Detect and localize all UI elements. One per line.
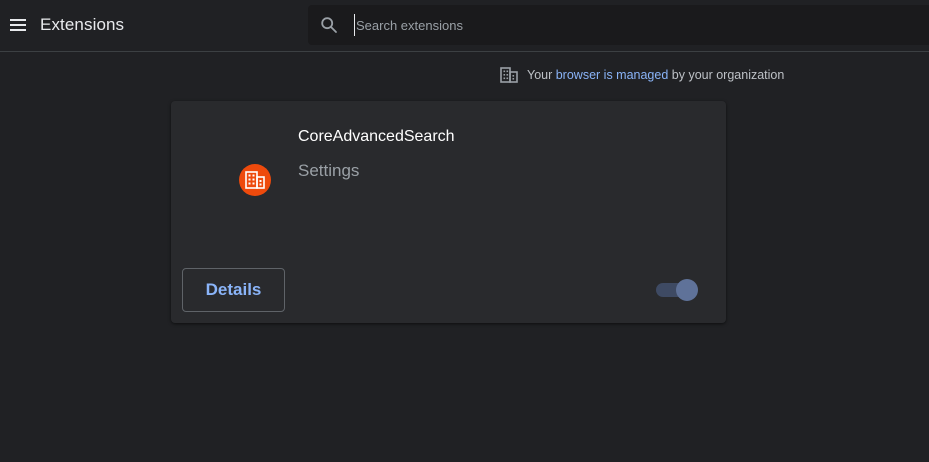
hamburger-menu-icon[interactable] bbox=[8, 15, 28, 35]
extension-name: CoreAdvancedSearch bbox=[298, 128, 455, 145]
extensions-toolbar: Extensions bbox=[0, 0, 929, 52]
search-box[interactable] bbox=[308, 5, 929, 45]
details-button[interactable]: Details bbox=[182, 268, 285, 312]
search-icon[interactable] bbox=[320, 16, 338, 34]
extension-icon bbox=[239, 164, 271, 196]
building-icon bbox=[500, 67, 518, 83]
managed-prefix: Your bbox=[527, 68, 556, 82]
extension-card: CoreAdvancedSearch Settings Details bbox=[171, 101, 726, 323]
managed-notice: Your browser is managed by your organiza… bbox=[500, 66, 784, 84]
toggle-thumb bbox=[676, 279, 698, 301]
extension-enable-toggle[interactable] bbox=[655, 279, 699, 301]
managed-link[interactable]: browser is managed bbox=[556, 68, 669, 82]
page-title: Extensions bbox=[40, 15, 125, 34]
extension-description: Settings bbox=[298, 161, 360, 180]
managed-suffix: by your organization bbox=[668, 68, 785, 82]
search-input[interactable] bbox=[354, 14, 916, 36]
building-icon bbox=[245, 171, 265, 189]
